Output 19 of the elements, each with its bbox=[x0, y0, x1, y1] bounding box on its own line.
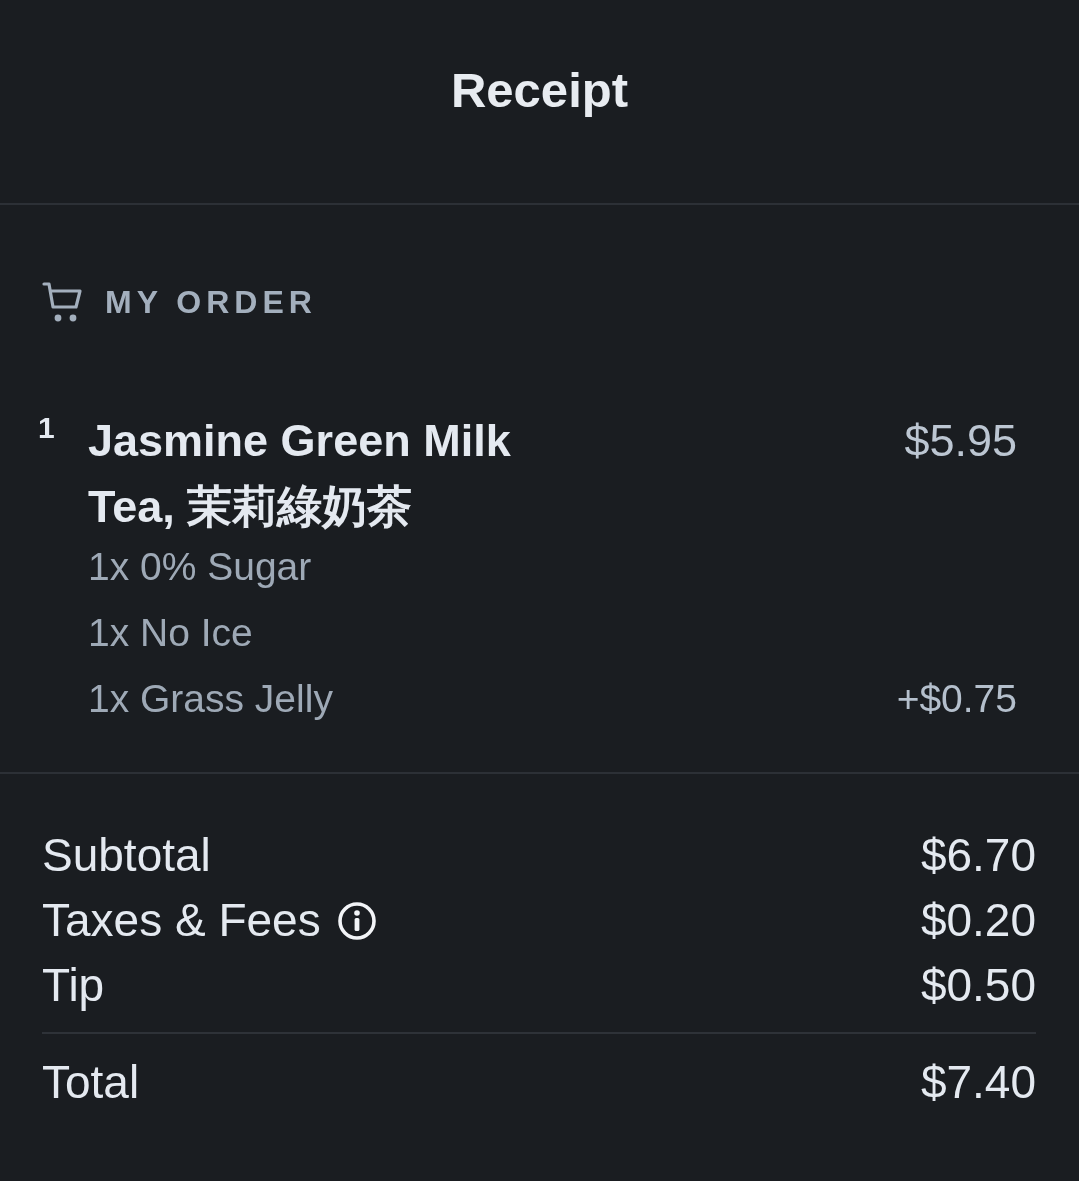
modifier-price: +$0.75 bbox=[896, 676, 1017, 722]
cart-icon bbox=[42, 281, 83, 323]
modifier-label: 1x No Ice bbox=[88, 610, 253, 656]
item-price: $5.95 bbox=[904, 414, 1017, 468]
summary-amount: $6.70 bbox=[920, 828, 1036, 883]
summary-label: Taxes & Fees bbox=[42, 893, 321, 948]
item-name: Jasmine Green Milk Tea, 茉莉綠奶茶 bbox=[88, 414, 512, 534]
modifier-label: 1x 0% Sugar bbox=[88, 544, 312, 590]
total-label: Total bbox=[42, 1055, 140, 1110]
summary-label: Tip bbox=[42, 958, 105, 1013]
modifier-label: 1x Grass Jelly bbox=[88, 676, 333, 722]
item-quantity: 1 bbox=[38, 410, 55, 446]
summary-amount: $0.50 bbox=[920, 958, 1036, 1013]
total-amount: $7.40 bbox=[920, 1055, 1036, 1110]
section-heading: MY ORDER bbox=[105, 283, 317, 322]
info-icon[interactable] bbox=[336, 900, 377, 941]
page-title: Receipt bbox=[451, 62, 628, 118]
summary-label: Subtotal bbox=[42, 828, 211, 883]
summary-amount: $0.20 bbox=[920, 893, 1036, 948]
